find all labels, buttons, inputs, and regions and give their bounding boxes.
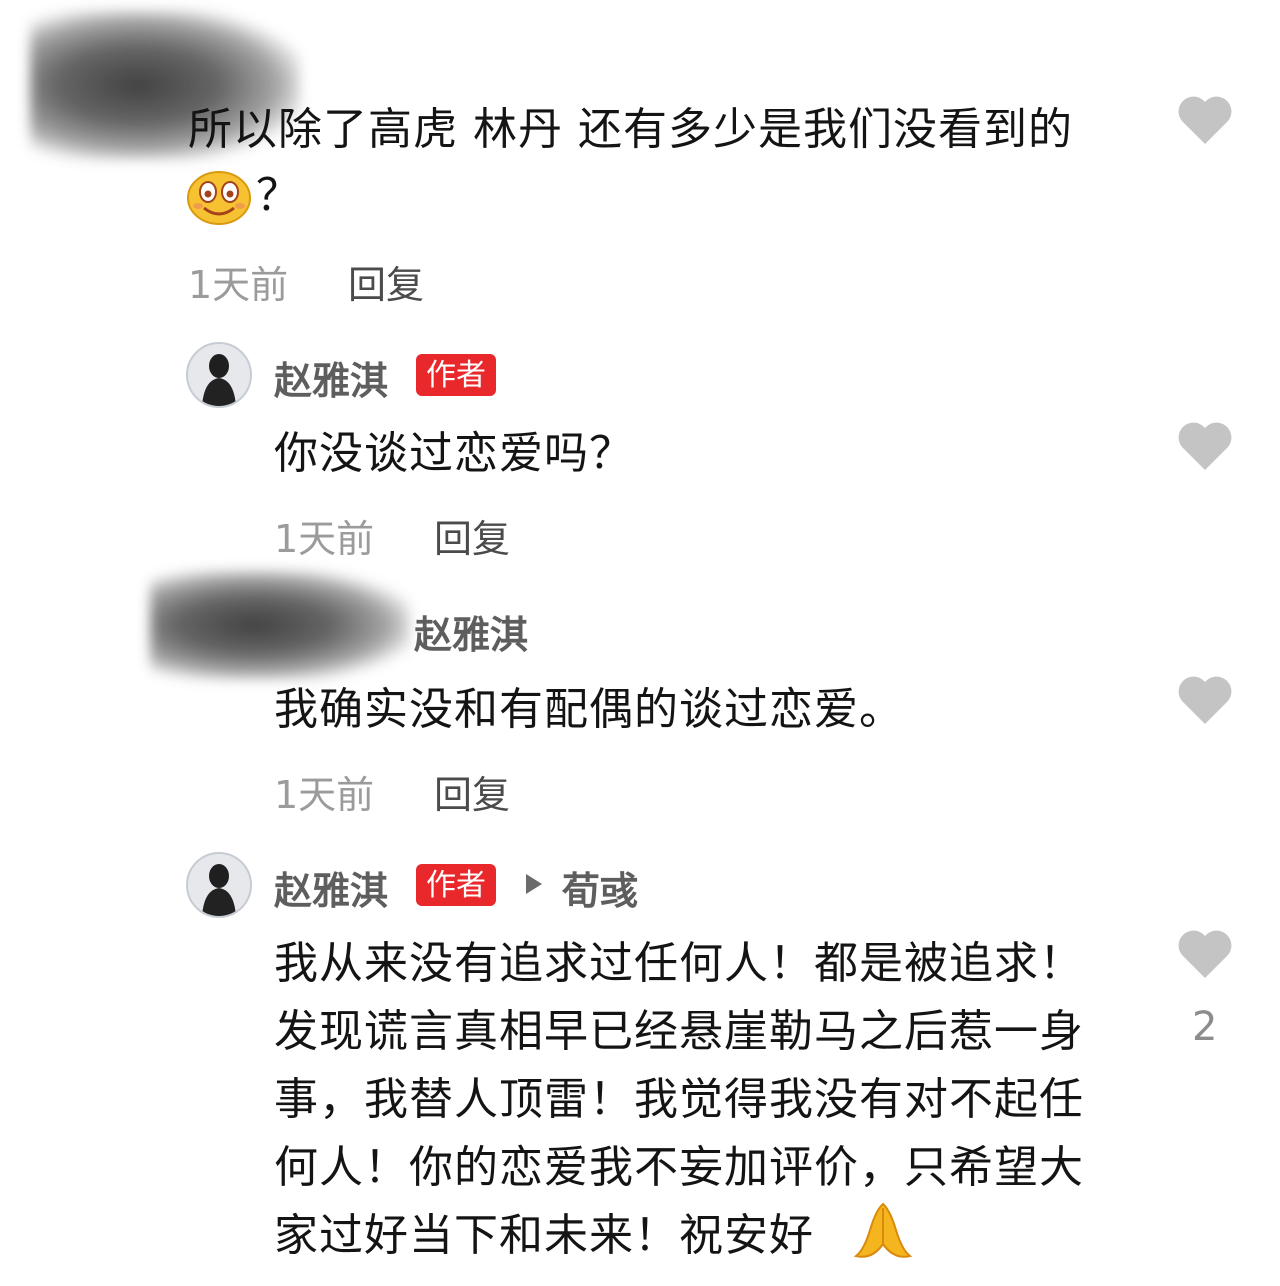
smiley-emoji-icon — [186, 170, 252, 226]
username[interactable]: 赵雅淇 — [414, 604, 528, 659]
comment-text-line: 我从来没有追求过任何人！都是被追求！ — [274, 938, 1084, 989]
reply-button[interactable]: 回复 — [434, 508, 510, 563]
username[interactable]: 赵雅淇 — [274, 350, 388, 405]
like-heart-icon[interactable] — [1176, 928, 1234, 980]
timestamp: 1天前 — [188, 263, 289, 307]
username[interactable]: 赵雅淇 — [274, 860, 388, 915]
reply-arrow-icon — [524, 872, 544, 900]
author-badge: 作者 — [416, 354, 496, 396]
like-count: 2 — [1192, 1004, 1218, 1050]
like-heart-icon[interactable] — [1176, 94, 1234, 146]
like-heart-icon[interactable] — [1176, 420, 1234, 472]
like-heart-icon[interactable] — [1176, 674, 1234, 726]
comment-text-line: 发现谎言真相早已经悬崖勒马之后惹一身 — [274, 1006, 1084, 1057]
comment-text: 所以除了高虎 林丹 还有多少是我们没看到的 — [188, 104, 1073, 155]
avatar[interactable] — [186, 342, 252, 408]
avatar[interactable] — [186, 852, 252, 918]
reply-button[interactable]: 回复 — [434, 764, 510, 819]
author-badge: 作者 — [416, 864, 496, 906]
timestamp: 1天前 — [274, 773, 375, 817]
comment-text-line: 事，我替人顶雷！我觉得我没有对不起任 — [274, 1074, 1084, 1125]
blurred-avatar — [150, 570, 410, 680]
comment-text-line: 何人！你的恋爱我不妄加评价，只希望大 — [274, 1142, 1084, 1193]
comment-text: 我确实没和有配偶的谈过恋爱。 — [274, 684, 904, 735]
comment-text-cont: ？ — [256, 170, 301, 221]
reply-button[interactable]: 回复 — [348, 254, 424, 309]
reply-to-username[interactable]: 荀彧 — [562, 860, 638, 915]
comment-text: 你没谈过恋爱吗？ — [274, 428, 634, 479]
praying-hands-emoji-icon — [850, 1200, 916, 1262]
comment-text-line: 家过好当下和未来！祝安好 — [274, 1210, 814, 1261]
timestamp: 1天前 — [274, 517, 375, 561]
